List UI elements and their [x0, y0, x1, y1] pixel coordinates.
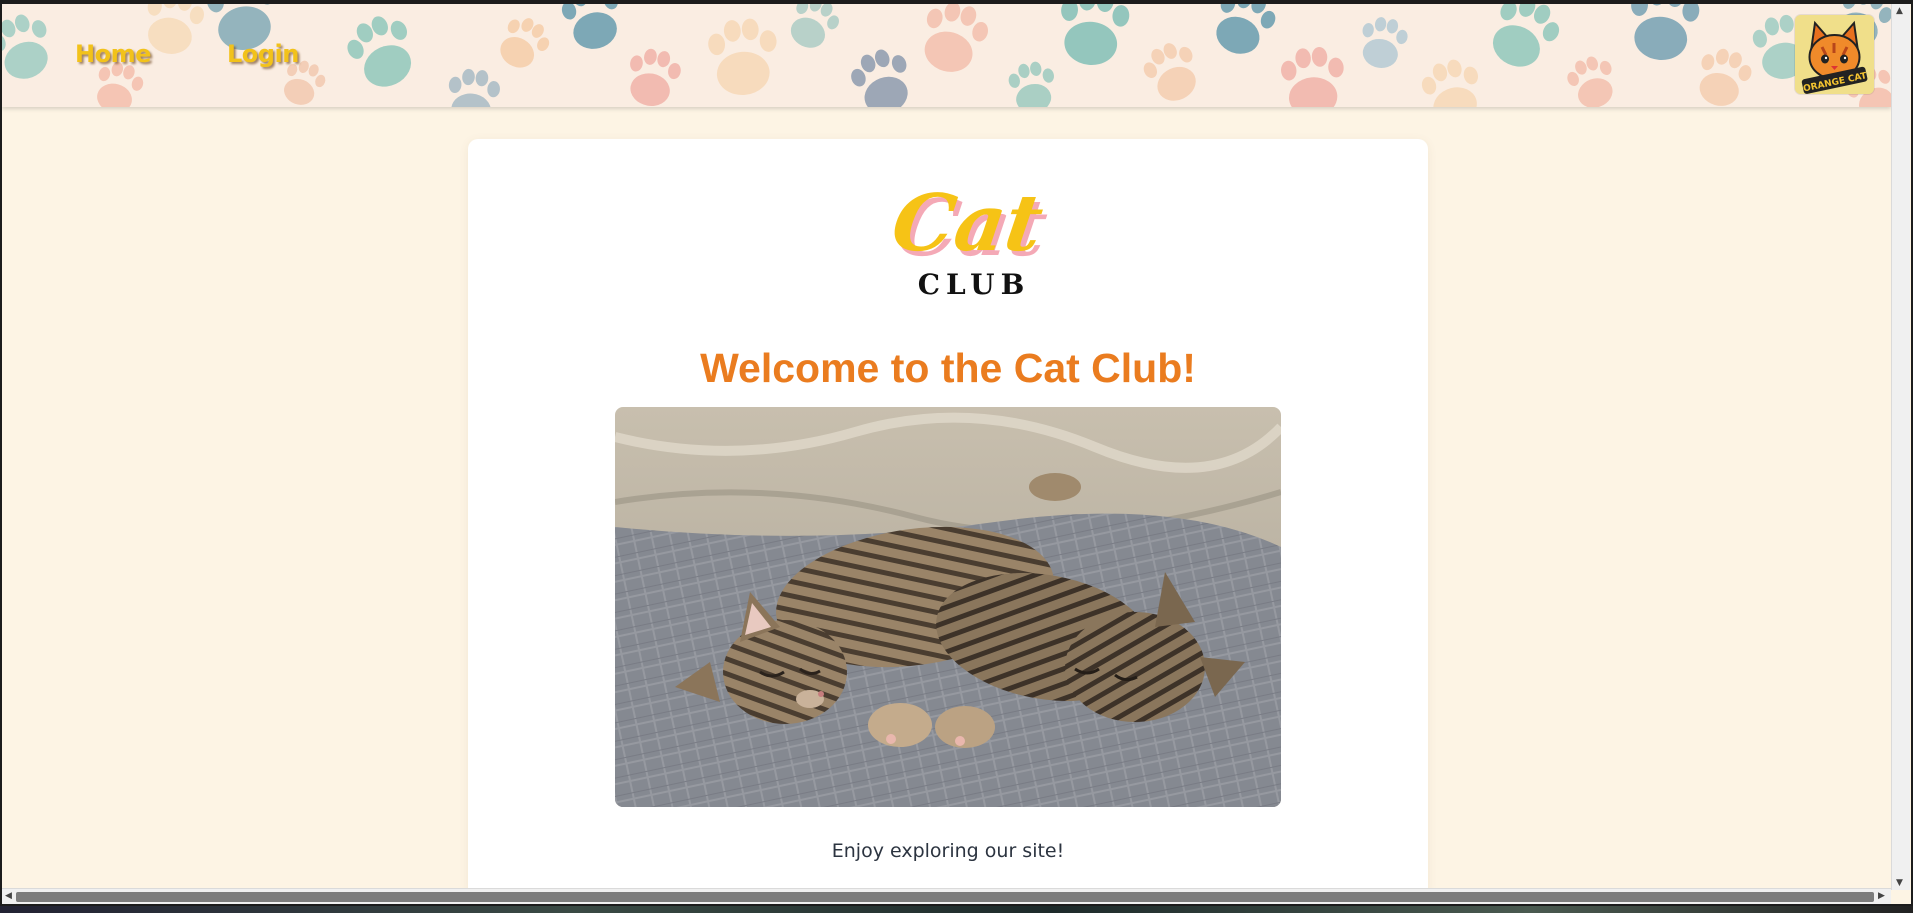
profile-avatar-button[interactable]: ORANGE CAT	[1795, 15, 1874, 94]
nav-login-link[interactable]: Login	[227, 40, 299, 68]
welcome-tagline: Enjoy exploring our site!	[831, 840, 1065, 862]
cat-club-logo: Cat Cat CLUB	[887, 177, 1053, 297]
logo-cat-text: Cat	[887, 177, 1049, 269]
sleeping-kittens-photo	[615, 407, 1281, 807]
horizontal-scroll-thumb[interactable]	[16, 892, 1874, 902]
page-title: Welcome to the Cat Club!	[700, 345, 1196, 391]
kittens-illustration	[615, 407, 1281, 807]
site-header: Home Login ORANGE CAT	[2, 4, 1891, 107]
welcome-card: Cat Cat CLUB Welcome to the Cat Club! En…	[468, 139, 1428, 899]
vertical-scrollbar[interactable]: ▲ ▼	[1891, 4, 1910, 890]
browser-viewport: Home Login ORANGE CAT Cat Cat CLUB Welco…	[0, 0, 1913, 906]
logo-club-text: CLUB	[918, 268, 1031, 297]
orange-cat-avatar-icon: ORANGE CAT	[1795, 15, 1874, 94]
scroll-right-arrow-icon[interactable]: ▶	[1878, 891, 1885, 901]
scroll-up-arrow-icon[interactable]: ▲	[1896, 6, 1903, 16]
horizontal-scrollbar[interactable]: ◀ ▶	[2, 888, 1891, 904]
scroll-left-arrow-icon[interactable]: ◀	[5, 891, 12, 901]
scroll-down-arrow-icon[interactable]: ▼	[1896, 878, 1903, 888]
nav-home-link[interactable]: Home	[75, 40, 151, 68]
